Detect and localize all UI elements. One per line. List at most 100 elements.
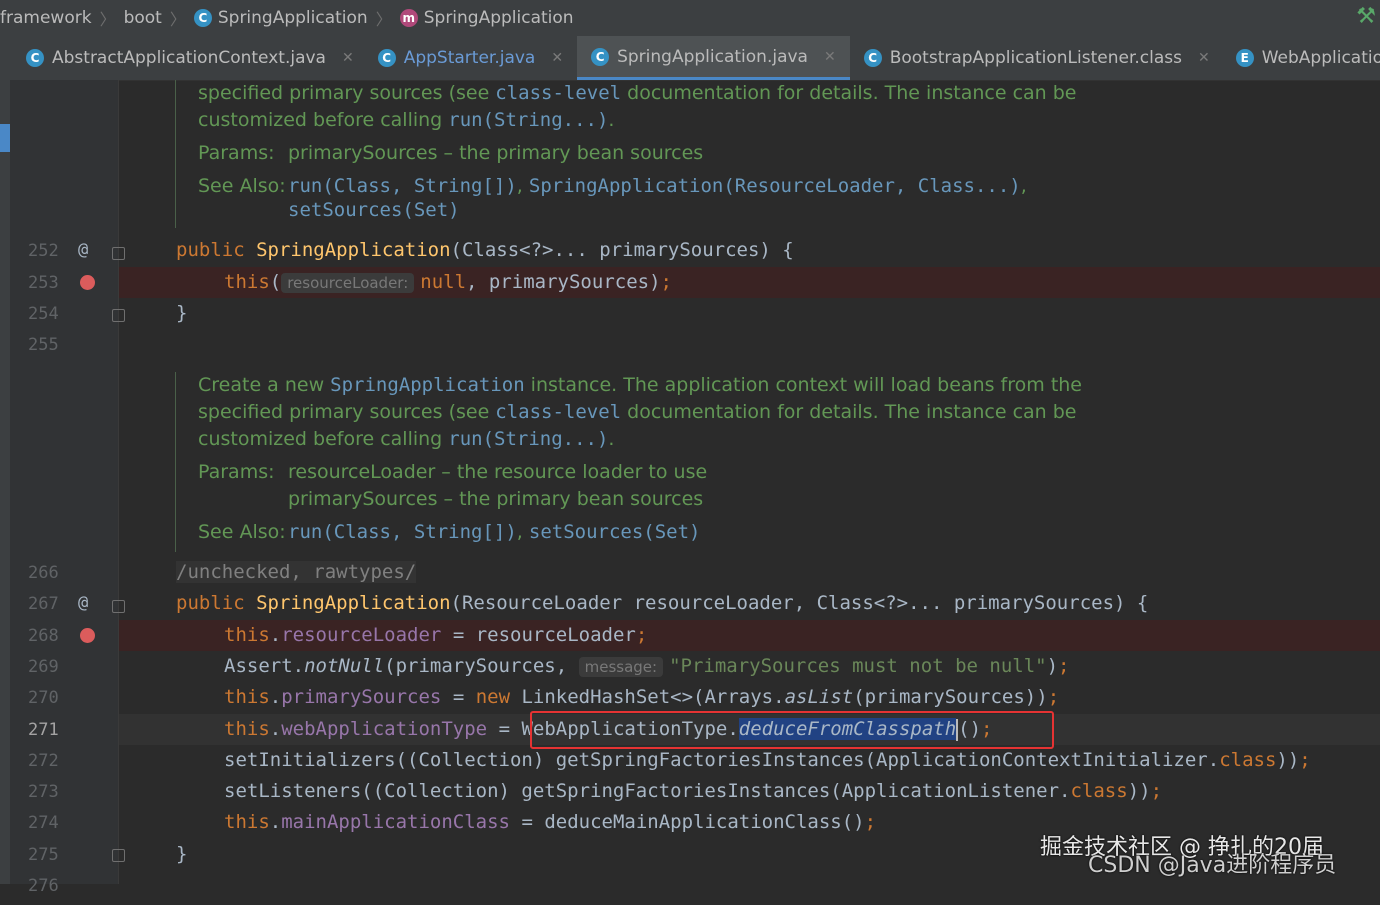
editor-tab-bar: C AbstractApplicationContext.java ✕ C Ap… [0,36,1380,81]
doc-link[interactable]: setSources(Set) [288,199,460,221]
code-text: . [269,686,282,708]
line-number: 252 [28,241,59,261]
chevron-right-icon: 〉 [99,10,116,29]
code-text: setInitializers((Collection) getSpringFa… [224,749,1220,771]
doc-see-label: See Also: [198,521,286,543]
method-icon: m [399,9,418,27]
tab-label: BootstrapApplicationListener.class [889,48,1182,68]
doc-link[interactable]: SpringApplication [330,374,524,396]
breadcrumb-item-class[interactable]: C SpringApplication [193,8,368,28]
code-text: ; [1299,749,1311,771]
line-number: 254 [28,304,59,324]
line-number: 274 [28,813,59,833]
keyword: this [224,718,270,740]
class-icon: C [591,47,610,66]
doc-link[interactable]: setSources(Set) [529,521,701,543]
code-text: ( [269,271,282,293]
doc-link[interactable]: run(String...) [448,109,608,131]
field-name: mainApplicationClass [281,811,510,833]
class-icon: C [377,49,396,67]
code-line-270[interactable]: this.primarySources = new LinkedHashSet<… [119,682,1380,713]
doc-param: primarySources – the primary bean source… [288,488,704,510]
line-number: 271 [28,720,59,740]
doc-link[interactable]: run(String...) [448,428,608,450]
breadcrumb-item-boot[interactable]: boot [124,8,162,28]
doc-link[interactable]: SpringApplication(ResourceLoader, Class.… [529,175,1021,197]
watermark-csdn: CSDN @Java进阶程序员 [1088,853,1337,878]
annotation-at-icon[interactable]: @ [78,240,88,260]
doc-text: documentation for details. The instance … [621,82,1077,104]
line-number: 273 [28,782,59,802]
line-number: 255 [28,335,59,355]
close-icon[interactable]: ✕ [824,49,836,65]
code-text: )) [1276,749,1300,771]
class-icon: C [26,49,44,67]
breadcrumb-item-method[interactable]: m SpringApplication [399,8,574,28]
string-literal: "PrimarySources must not be null" [669,655,1047,677]
code-line-268[interactable]: this.resourceLoader = resourceLoader; [119,620,1380,651]
code-line-252[interactable]: public SpringApplication(Class<?>... pri… [119,235,1380,266]
close-icon[interactable]: ✕ [1198,50,1210,66]
doc-see-label: See Also: [198,175,286,197]
breakpoint-icon[interactable] [80,275,95,290]
code-text: ; [1047,686,1060,708]
code-text: , primarySources) [466,271,661,293]
line-number: 253 [28,273,59,293]
parameter-hint: message: [578,657,664,677]
method-name: asList [784,686,854,708]
tab-web-application-type[interactable]: E WebApplicationType.j [1224,36,1380,80]
tab-abstract-application-context[interactable]: C AbstractApplicationContext.java ✕ [0,36,368,80]
class-icon: C [193,9,212,27]
tab-label: AbstractApplicationContext.java [52,48,326,68]
breadcrumb-label: SpringApplication [217,8,368,28]
doc-link[interactable]: run(Class, String[]) [288,521,517,543]
close-icon[interactable]: ✕ [342,50,354,66]
doc-text: Create a new [198,374,331,396]
code-line-254[interactable]: } [119,298,1380,329]
parameter-hint: resourceLoader: [281,273,415,293]
doc-text: , [1020,175,1027,197]
breakpoint-icon[interactable] [80,628,95,643]
selected-tool-marker [0,124,10,152]
build-hammer-icon[interactable]: ⚒ [1356,4,1376,29]
doc-link[interactable]: run(Class, String[]) [288,175,517,197]
highlight-box [530,711,1054,749]
code-text: ; [1058,655,1070,677]
code-line-253[interactable]: this(resourceLoader: null, primarySources… [119,267,1380,298]
code-line-267[interactable]: public SpringApplication(ResourceLoader … [119,588,1380,619]
code-line-266[interactable]: /unchecked, rawtypes/ [119,557,1380,588]
breadcrumb-item-framework[interactable]: framework [0,8,92,28]
code-text: )) [1127,780,1151,802]
doc-text: specified primary sources (see [198,401,496,423]
code-editor[interactable]: specified primary sources (see class-lev… [119,80,1380,884]
enum-icon: E [1235,49,1254,67]
code-line-269[interactable]: Assert.notNull(primarySources, message: "… [119,651,1380,682]
code-line-273[interactable]: setListeners((Collection) getSpringFacto… [119,776,1380,807]
field-name: primarySources [281,686,442,708]
tab-spring-application[interactable]: C SpringApplication.java ✕ [577,36,850,80]
tab-bootstrap-application-listener[interactable]: C BootstrapApplicationListener.class ✕ [850,36,1224,80]
rendered-javadoc: Create a new SpringApplication instance.… [175,372,1082,552]
keyword: this [224,271,270,293]
code-text: setListeners((Collection) getSpringFacto… [224,780,1071,802]
method-name: notNull [304,655,385,677]
doc-params-label: Params: [198,461,275,483]
code-line-272[interactable]: setInitializers((Collection) getSpringFa… [119,745,1380,776]
tab-app-starter[interactable]: C AppStarter.java ✕ [368,36,577,80]
doc-code: class-level [495,82,622,104]
code-text: } [176,302,188,324]
doc-text: customized before calling [198,109,449,131]
line-number: 267 [28,594,59,614]
keyword: public [176,592,257,614]
doc-code: class-level [495,401,622,423]
close-icon[interactable]: ✕ [551,50,563,66]
tab-label: WebApplicationType.j [1261,48,1380,68]
line-number: 269 [28,657,59,677]
left-tool-strip [0,80,10,884]
doc-param: resourceLoader – the resource loader to … [288,461,708,483]
breadcrumb-label: boot [123,8,162,28]
doc-param: primarySources – the primary bean source… [288,142,704,164]
code-text: = [441,686,476,708]
code-text: ; [635,624,648,646]
annotation-at-icon[interactable]: @ [78,593,88,613]
